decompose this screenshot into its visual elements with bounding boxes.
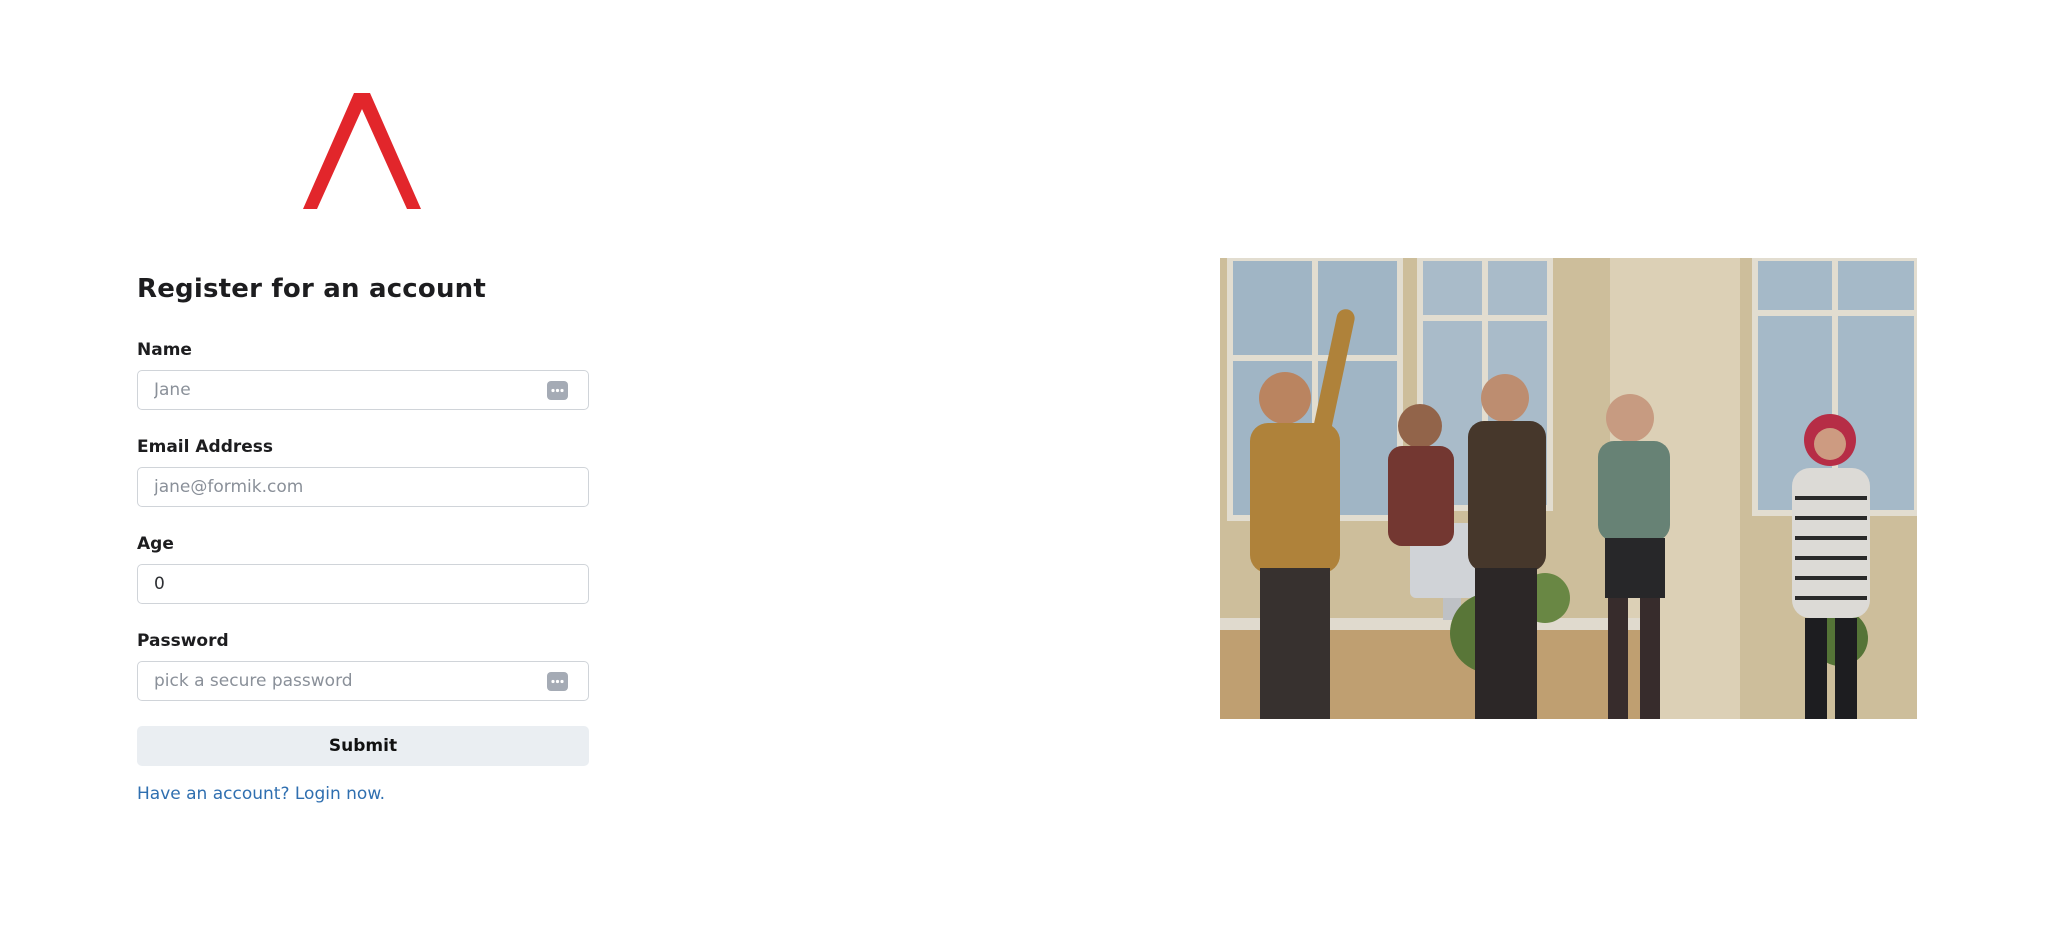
submit-button[interactable]: Submit (137, 726, 589, 766)
name-field-container (137, 370, 589, 410)
email-label: Email Address (137, 437, 274, 457)
caret-logo-icon (303, 93, 421, 209)
login-link[interactable]: Have an account? Login now. (137, 784, 385, 804)
age-field-container (137, 564, 589, 604)
name-label: Name (137, 340, 192, 360)
age-input[interactable] (154, 565, 544, 603)
password-field-container (137, 661, 589, 701)
page-title: Register for an account (137, 274, 487, 304)
email-input[interactable] (154, 468, 544, 506)
register-page: Register for an account Name Email Addre… (0, 0, 2063, 952)
password-manager-icon[interactable] (547, 381, 568, 400)
password-input[interactable] (154, 662, 544, 700)
brand-logo (303, 93, 421, 209)
age-label: Age (137, 534, 174, 554)
password-manager-icon[interactable] (547, 672, 568, 691)
password-label: Password (137, 631, 229, 651)
name-input[interactable] (154, 371, 544, 409)
team-celebrating-photo (1220, 258, 1917, 719)
email-field-container (137, 467, 589, 507)
